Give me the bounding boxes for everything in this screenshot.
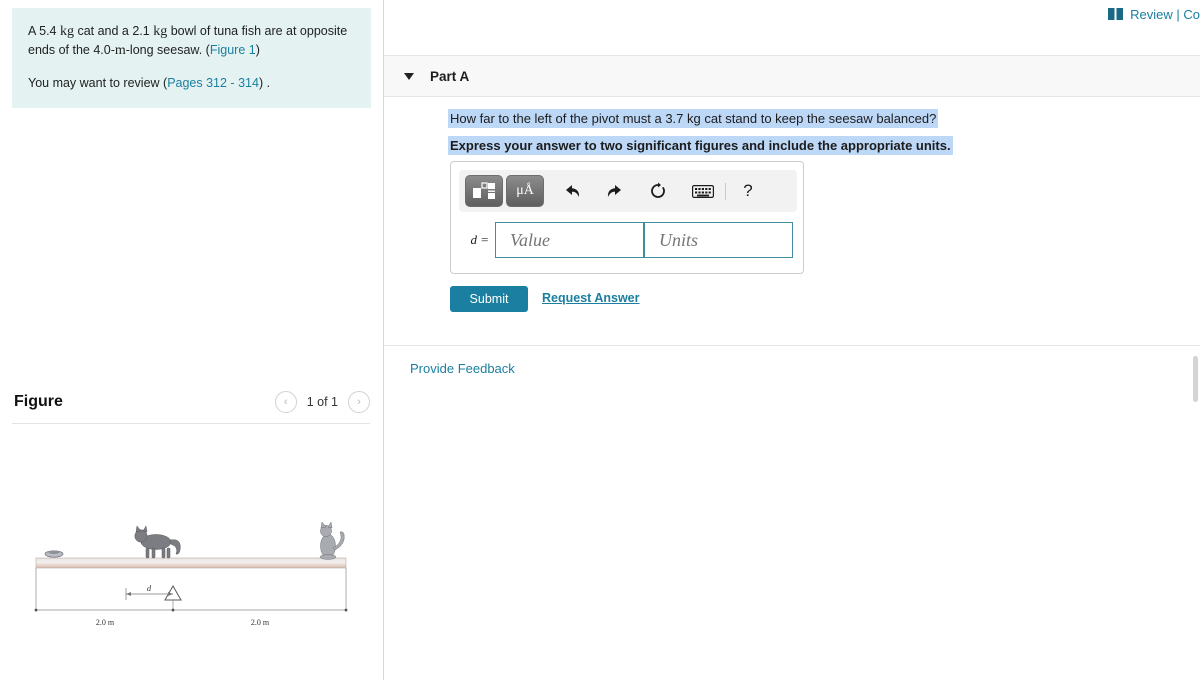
undo-icon (566, 185, 580, 197)
pages-link[interactable]: Pages 312 - 314 (167, 76, 259, 90)
keyboard-icon (692, 184, 714, 198)
review-bar[interactable]: Review | Co (1108, 0, 1200, 28)
right-span-label: 2.0 m (251, 618, 270, 627)
right-panel: Review | Co Part A How far to the left o… (384, 0, 1200, 680)
figure-next-button[interactable]: › (348, 391, 370, 413)
reset-button[interactable] (641, 175, 675, 207)
variable-label: d = (470, 232, 489, 247)
answer-input-row: d = (461, 222, 793, 258)
problem-statement-box: A 5.4 kg cat and a 2.1 kg bowl of tuna f… (12, 8, 371, 108)
question-text: How far to the left of the pivot must a … (448, 109, 939, 128)
figure-header: Figure ‹ 1 of 1 › (0, 385, 384, 419)
caret-down-icon[interactable] (404, 72, 414, 80)
scrollbar-thumb[interactable] (1193, 356, 1198, 402)
figure-title: Figure (14, 393, 63, 410)
problem-line-2: You may want to review (Pages 312 - 314)… (28, 74, 355, 92)
tuna-bowl-icon (44, 550, 64, 558)
part-a-header[interactable]: Part A (384, 55, 1200, 97)
seesaw-figure: d 2.0 m 2.0 m (34, 521, 348, 627)
pivot-icon (164, 584, 182, 601)
units-label: μÅ (516, 183, 534, 198)
span-dimension-lines (34, 568, 348, 612)
left-span-label: 2.0 m (96, 618, 115, 627)
sitting-cat-icon (319, 521, 345, 560)
figure-navigation: ‹ 1 of 1 › (274, 391, 370, 413)
book-icon (1108, 8, 1124, 20)
problem-text-a: A 5.4 (28, 24, 60, 38)
problem-text-b: cat and a 2.1 (73, 24, 154, 38)
toolbar-separator (725, 182, 726, 200)
left-panel: A 5.4 kg cat and a 2.1 kg bowl of tuna f… (0, 0, 384, 680)
math-toolbar: μÅ ? (459, 170, 797, 212)
submit-button[interactable]: Submit (450, 286, 528, 312)
value-input[interactable] (495, 222, 644, 258)
problem-text-e: ) (255, 43, 260, 57)
scrollbar[interactable] (1192, 0, 1200, 680)
section-divider (384, 345, 1200, 346)
redo-button[interactable] (598, 175, 632, 207)
review-link[interactable]: Review | Co (1130, 7, 1200, 22)
standing-cat-icon (134, 525, 181, 559)
part-a-title: Part A (430, 68, 470, 84)
distance-label: d (147, 583, 152, 593)
figure-prev-button[interactable]: ‹ (274, 391, 297, 413)
keyboard-button[interactable] (686, 175, 720, 207)
instruction-text: Express your answer to two significant f… (448, 136, 953, 155)
problem-line-1: A 5.4 kg cat and a 2.1 kg bowl of tuna f… (28, 22, 355, 60)
unit-m: m (114, 43, 126, 58)
figure-divider (12, 423, 370, 424)
reset-icon (651, 182, 665, 198)
units-button[interactable]: μÅ (506, 175, 544, 207)
redo-icon (607, 185, 621, 197)
help-button[interactable]: ? (731, 175, 765, 207)
review-text-a: You may want to review ( (28, 76, 168, 90)
problem-text-d: -long seesaw. ( (125, 43, 210, 57)
undo-button[interactable] (555, 175, 589, 207)
figure-1-link[interactable]: Figure 1 (210, 43, 256, 57)
unit-kg-1: kg (59, 24, 74, 39)
math-template-icon (473, 182, 495, 199)
math-template-button[interactable] (465, 175, 503, 207)
review-text-b: ) . (258, 76, 271, 90)
figure-page-count: 1 of 1 (306, 395, 338, 409)
units-input[interactable] (644, 222, 793, 258)
answer-entry-box: μÅ ? d = Value Units (450, 161, 804, 274)
unit-kg-2: kg (153, 24, 168, 39)
request-answer-link[interactable]: Request Answer (542, 291, 639, 305)
provide-feedback-link[interactable]: Provide Feedback (410, 361, 515, 376)
